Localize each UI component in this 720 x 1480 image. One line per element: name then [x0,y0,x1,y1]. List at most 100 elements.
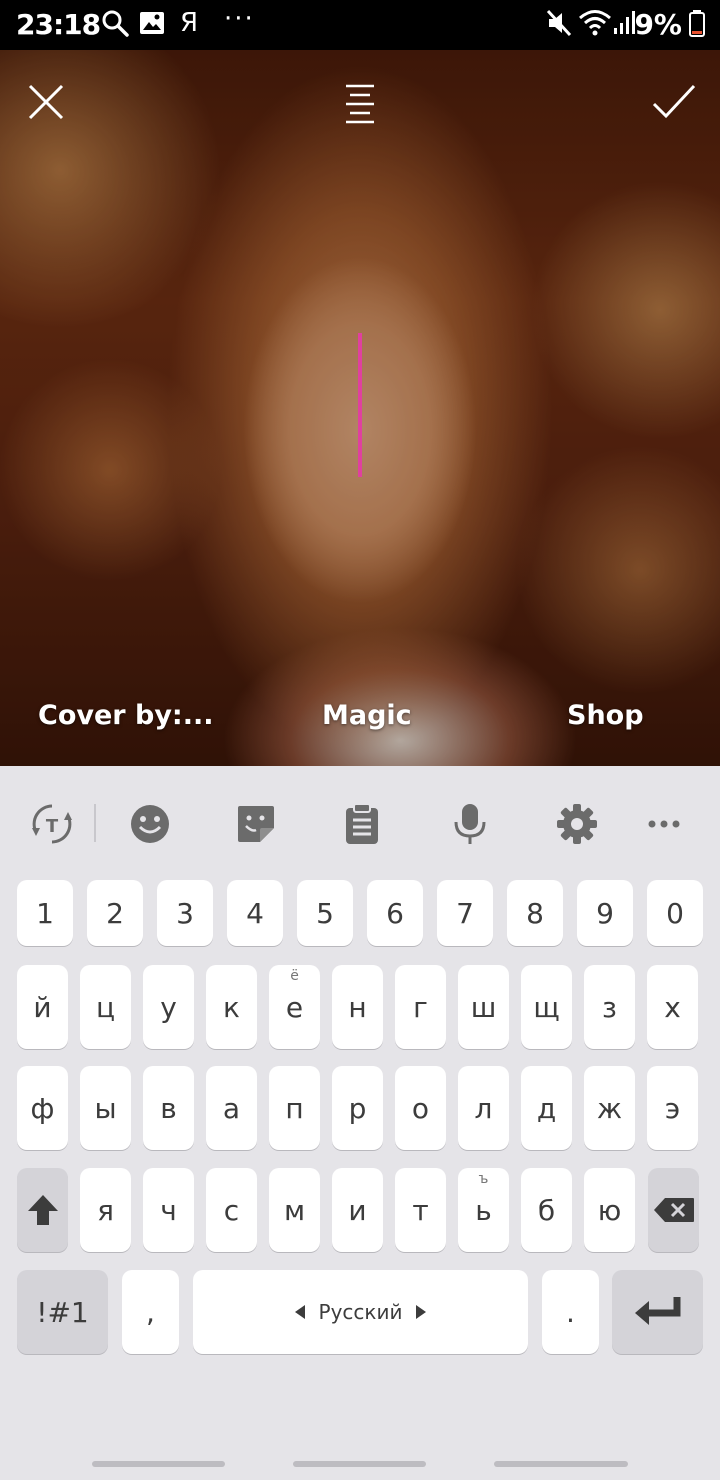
key-щ[interactable]: щ [521,965,572,1049]
text-align-icon[interactable] [336,78,384,126]
key-label: 6 [386,896,404,930]
caption-shop[interactable]: Shop [567,700,644,731]
shift-key[interactable] [17,1168,68,1252]
clipboard-icon[interactable] [342,802,382,846]
translate-icon[interactable]: T [28,802,76,846]
close-icon[interactable] [22,78,70,126]
symbols-key[interactable]: !#1 [17,1270,108,1354]
key-м[interactable]: м [269,1168,320,1252]
key-ч[interactable]: ч [143,1168,194,1252]
backspace-key[interactable] [648,1168,699,1252]
key-г[interactable]: г [395,965,446,1049]
key-label: э [664,1091,681,1125]
key-э[interactable]: э [647,1066,698,1150]
nav-recents[interactable] [92,1461,225,1467]
key-9[interactable]: 9 [577,880,633,946]
key-н[interactable]: н [332,965,383,1049]
emoji-icon[interactable] [128,802,172,846]
key-label: п [285,1091,304,1125]
settings-gear-icon[interactable] [555,802,599,846]
key-label: в [160,1091,177,1125]
caption-magic[interactable]: Magic [322,700,412,731]
comma-key[interactable]: , [122,1270,179,1354]
key-label: ы [94,1091,117,1125]
key-label: я [97,1193,114,1227]
key-ж[interactable]: ж [584,1066,635,1150]
key-label: ч [160,1193,177,1227]
key-label: х [664,990,681,1024]
key-в[interactable]: в [143,1066,194,1150]
mute-icon [546,9,572,37]
photo-canvas[interactable]: Cover by:... Magic Shop [0,50,720,766]
enter-icon [634,1297,680,1325]
wifi-icon [579,10,611,36]
key-я[interactable]: я [80,1168,131,1252]
key-0[interactable]: 0 [647,880,703,946]
period-key[interactable]: . [542,1270,599,1354]
gallery-icon [140,12,164,34]
enter-key[interactable] [612,1270,703,1354]
key-label: н [348,990,367,1024]
key-у[interactable]: у [143,965,194,1049]
key-ь-alt: ъ [478,1171,489,1187]
comma-key-label: , [146,1295,155,1329]
key-label: л [474,1091,493,1125]
key-label: ь [475,1193,492,1227]
key-label: ш [470,990,497,1024]
key-4[interactable]: 4 [227,880,283,946]
key-5[interactable]: 5 [297,880,353,946]
key-д[interactable]: д [521,1066,572,1150]
key-label: й [33,990,52,1024]
key-ы[interactable]: ы [80,1066,131,1150]
key-label: и [348,1193,367,1227]
key-е[interactable]: ёе [269,965,320,1049]
battery-percent: 9% [634,8,682,41]
sticker-icon[interactable] [234,802,278,846]
more-notifications-icon: ··· [224,4,255,34]
microphone-icon[interactable] [450,802,490,846]
key-label: д [536,1091,557,1125]
key-о[interactable]: о [395,1066,446,1150]
text-cursor [358,333,362,477]
key-label: 7 [456,896,474,930]
nav-back[interactable] [494,1461,628,1467]
key-3[interactable]: 3 [157,880,213,946]
period-key-label: . [566,1295,575,1329]
key-label: 2 [106,896,124,930]
key-8[interactable]: 8 [507,880,563,946]
key-ш[interactable]: ш [458,965,509,1049]
key-ф[interactable]: ф [17,1066,68,1150]
key-и[interactable]: и [332,1168,383,1252]
key-label: 5 [316,896,334,930]
key-6[interactable]: 6 [367,880,423,946]
space-key[interactable]: Русский [193,1270,528,1354]
key-label: к [223,990,240,1024]
key-т[interactable]: т [395,1168,446,1252]
key-л[interactable]: л [458,1066,509,1150]
language-left-icon [294,1305,305,1319]
confirm-check-icon[interactable] [650,78,698,126]
key-с[interactable]: с [206,1168,257,1252]
key-к[interactable]: к [206,965,257,1049]
key-label: з [602,990,617,1024]
key-а[interactable]: а [206,1066,257,1150]
toolbar-divider [94,804,96,842]
key-ю[interactable]: ю [584,1168,635,1252]
more-options-icon[interactable] [646,802,682,846]
key-1[interactable]: 1 [17,880,73,946]
symbols-key-label: !#1 [36,1295,89,1329]
key-й[interactable]: й [17,965,68,1049]
key-б[interactable]: б [521,1168,572,1252]
key-label: 4 [246,896,264,930]
key-п[interactable]: п [269,1066,320,1150]
key-з[interactable]: з [584,965,635,1049]
key-7[interactable]: 7 [437,880,493,946]
key-р[interactable]: р [332,1066,383,1150]
key-2[interactable]: 2 [87,880,143,946]
nav-home[interactable] [293,1461,426,1467]
key-х[interactable]: х [647,965,698,1049]
key-ц[interactable]: ц [80,965,131,1049]
key-ь[interactable]: ъь [458,1168,509,1252]
key-label: у [160,990,177,1024]
caption-cover-by[interactable]: Cover by:... [38,700,214,731]
